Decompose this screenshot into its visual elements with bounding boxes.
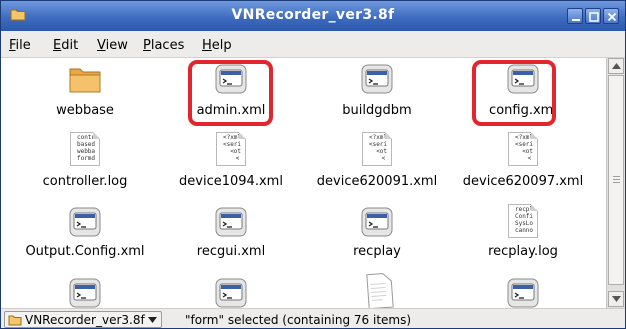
menu-view[interactable]: View bbox=[97, 38, 128, 53]
executable-icon bbox=[507, 278, 539, 308]
vertical-scrollbar[interactable] bbox=[606, 58, 625, 308]
close-button[interactable] bbox=[603, 8, 619, 24]
maximize-button[interactable] bbox=[585, 8, 601, 24]
minimize-icon bbox=[572, 19, 580, 21]
arrow-down-icon bbox=[612, 296, 621, 302]
file-label: recgui.xml bbox=[196, 244, 266, 259]
status-message: "form" selected (containing 76 items) bbox=[185, 313, 412, 327]
executable-icon bbox=[215, 278, 247, 308]
status-bar: VNRecorder_ver3.8f "form" selected (cont… bbox=[1, 308, 625, 328]
close-icon bbox=[607, 12, 617, 22]
highlight-admin-xml bbox=[188, 60, 273, 126]
file-label: device620097.xml bbox=[462, 174, 584, 189]
file-label: recplay bbox=[353, 244, 401, 259]
scroll-thumb[interactable] bbox=[608, 75, 624, 285]
minimize-button[interactable] bbox=[567, 8, 583, 24]
menu-help[interactable]: Help bbox=[202, 38, 232, 53]
file-label: device620091.xml bbox=[316, 174, 438, 189]
menu-bar: File Edit View Places Help bbox=[1, 31, 625, 58]
arrow-up-icon bbox=[612, 63, 621, 69]
file-label: buildgdbm bbox=[342, 103, 412, 118]
folder-icon bbox=[8, 315, 22, 325]
scroll-down-button[interactable] bbox=[608, 291, 624, 307]
text-file-icon: <?xml <seri <ot < bbox=[362, 132, 392, 166]
text-file-icon: <?xml <seri <ot < bbox=[508, 132, 538, 166]
file-label: controller.log bbox=[42, 174, 128, 189]
menu-places[interactable]: Places bbox=[143, 38, 184, 53]
menu-edit[interactable]: Edit bbox=[53, 38, 78, 53]
file-label: webbase bbox=[56, 103, 114, 118]
file-manager-window: VNRecorder_ver3.8f File Edit View Places… bbox=[0, 0, 626, 329]
location-label: VNRecorder_ver3.8f bbox=[25, 312, 145, 327]
title-bar[interactable]: VNRecorder_ver3.8f bbox=[1, 1, 625, 31]
menu-file[interactable]: File bbox=[9, 38, 31, 53]
file-label: recplay.log bbox=[488, 244, 558, 259]
file-label: Output.Config.xml bbox=[25, 244, 145, 259]
executable-icon bbox=[361, 64, 393, 94]
executable-icon bbox=[215, 207, 247, 237]
highlight-config-xml bbox=[472, 60, 556, 126]
scroll-up-button[interactable] bbox=[608, 58, 624, 74]
location-dropdown[interactable]: VNRecorder_ver3.8f bbox=[4, 311, 162, 328]
file-label: device1094.xml bbox=[179, 174, 283, 189]
icon-view[interactable]: webbase admin.xml buildgdbm config.xml c… bbox=[2, 58, 606, 308]
executable-icon bbox=[69, 278, 101, 308]
executable-icon bbox=[361, 207, 393, 237]
text-file-icon: <?xml <seri <ot < bbox=[216, 132, 246, 166]
executable-icon bbox=[69, 207, 101, 237]
text-file-icon: recpl Confi SysLo canno bbox=[508, 204, 538, 238]
window-title: VNRecorder_ver3.8f bbox=[231, 7, 395, 23]
folder-icon bbox=[69, 68, 101, 93]
text-file-icon: contr based webba formd bbox=[70, 132, 100, 166]
maximize-icon bbox=[589, 12, 599, 22]
blank-document-icon bbox=[366, 273, 394, 308]
chevron-down-icon bbox=[147, 316, 157, 323]
